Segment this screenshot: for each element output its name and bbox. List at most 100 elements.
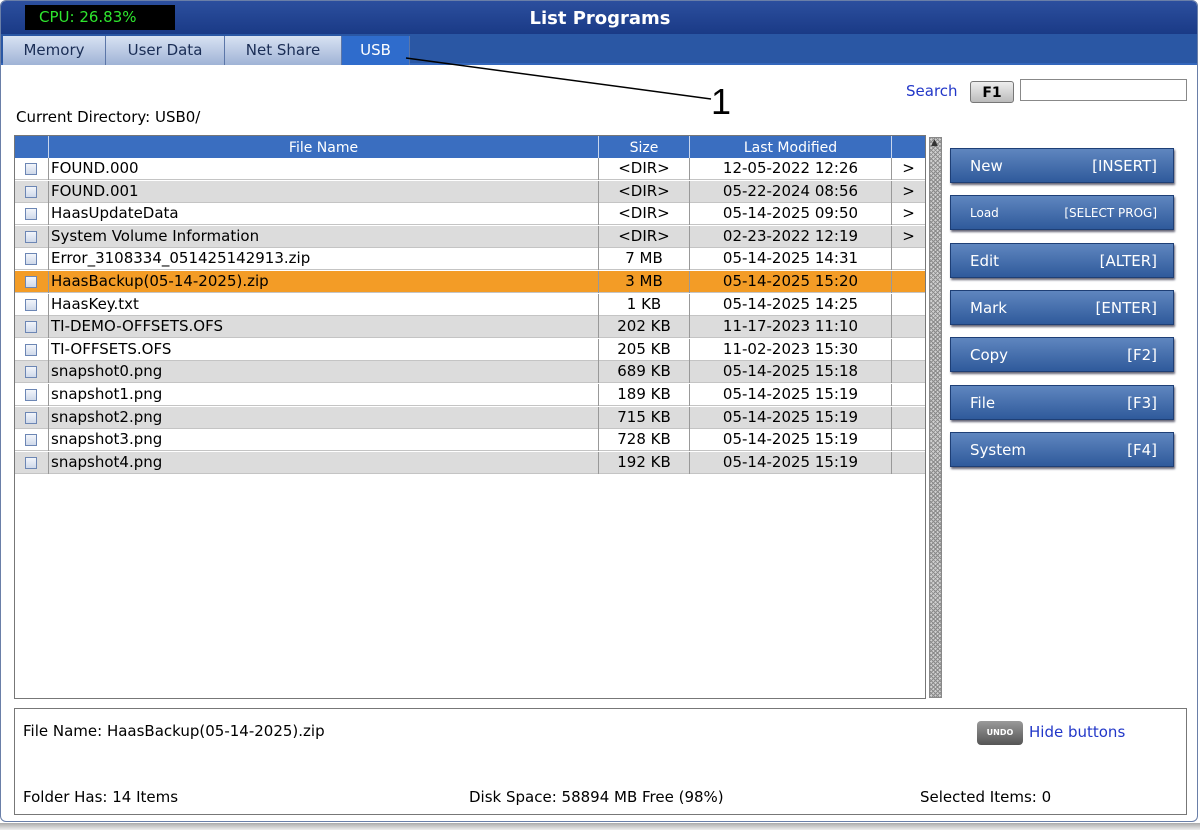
callout-number: 1 [711, 81, 732, 122]
file-name-cell: HaasBackup(05-14-2025).zip [49, 271, 599, 293]
row-checkbox[interactable] [25, 230, 37, 243]
row-checkbox[interactable] [25, 456, 37, 469]
button-label: Load [970, 206, 999, 221]
new-button[interactable]: New [INSERT] [950, 148, 1174, 183]
last-modified-cell: 05-14-2025 09:50 [690, 203, 892, 226]
last-modified-cell: 12-05-2022 12:26 [690, 158, 892, 180]
row-checkbox[interactable] [25, 411, 37, 424]
last-modified-cell: 05-14-2025 14:31 [690, 248, 892, 271]
table-row[interactable]: HaasBackup(05-14-2025).zip 3 MB 05-14-2025… [15, 271, 925, 293]
last-modified-cell: 05-14-2025 15:19 [690, 406, 892, 429]
table-row[interactable]: TI-DEMO-OFFSETS.OFS 202 KB 11-17-2023 11:1… [15, 316, 925, 339]
open-arrow-cell: > [902, 159, 915, 177]
row-checkbox-cell[interactable] [15, 361, 49, 384]
file-name-cell: TI-OFFSETS.OFS [49, 338, 599, 361]
edit-button[interactable]: Edit [ALTER] [950, 242, 1174, 278]
f1-key-icon[interactable]: F1 [970, 81, 1014, 103]
last-modified-cell: 05-22-2024 08:56 [690, 180, 892, 203]
system-button[interactable]: System [F4] [950, 431, 1174, 467]
table-row[interactable]: snapshot0.png 689 KB 05-14-2025 15:18 [15, 361, 925, 384]
open-arrow-cell: > [902, 181, 915, 200]
table-row[interactable]: Error_3108334_051425142913.zip 7 MB 05-14-… [15, 248, 925, 271]
list-programs-window: CPU: 26.83% List Programs Memory User Da… [0, 0, 1198, 822]
scroll-up-icon[interactable]: ▲ [931, 139, 938, 148]
table-header: File Name Size Last Modified [15, 136, 925, 158]
column-header-last-modified[interactable]: Last Modified [690, 136, 892, 158]
column-header-size[interactable]: Size [599, 136, 690, 158]
table-row[interactable]: snapshot3.png 728 KB 05-14-2025 15:19 [15, 429, 925, 452]
row-checkbox-cell[interactable] [15, 429, 49, 452]
row-checkbox[interactable] [25, 276, 37, 288]
row-checkbox[interactable] [25, 343, 37, 356]
row-checkbox[interactable] [25, 253, 37, 266]
size-cell: 715 KB [599, 406, 690, 429]
file-name-cell: snapshot4.png [49, 451, 599, 474]
table-row[interactable]: HaasUpdateData <DIR> 05-14-2025 09:50 > [15, 203, 925, 226]
button-shortcut-key: [ENTER] [1095, 298, 1157, 317]
row-checkbox[interactable] [25, 185, 37, 198]
selected-items-count: Selected Items: 0 [920, 788, 1052, 806]
row-checkbox-cell[interactable] [15, 316, 49, 339]
last-modified-cell: 05-14-2025 15:19 [690, 451, 892, 474]
file-name-cell: HaasUpdateData [49, 203, 599, 226]
row-checkbox[interactable] [25, 366, 37, 379]
open-arrow-cell [892, 339, 925, 361]
size-cell: 1 KB [599, 293, 690, 316]
row-checkbox-cell[interactable] [15, 293, 49, 316]
row-checkbox-cell[interactable] [15, 338, 49, 361]
row-checkbox-cell[interactable] [15, 451, 49, 474]
row-checkbox-cell[interactable] [15, 384, 49, 406]
file-name-cell: System Volume Information [49, 225, 599, 248]
row-checkbox-cell[interactable] [15, 203, 49, 226]
row-checkbox[interactable] [25, 434, 37, 447]
last-modified-cell: 02-23-2022 12:19 [690, 225, 892, 248]
button-shortcut-key: [F4] [1127, 440, 1157, 459]
last-modified-cell: 05-14-2025 15:19 [690, 429, 892, 452]
table-row[interactable]: TI-OFFSETS.OFS 205 KB 11-02-2023 15:30 [15, 338, 925, 361]
row-checkbox[interactable] [25, 298, 37, 311]
search-input[interactable] [1020, 79, 1187, 101]
undo-key-icon[interactable]: UNDO [977, 721, 1023, 745]
file-name-cell: snapshot3.png [49, 429, 599, 452]
table-row[interactable]: snapshot2.png 715 KB 05-14-2025 15:19 [15, 406, 925, 429]
mark-button[interactable]: Mark [ENTER] [950, 289, 1174, 325]
table-row[interactable]: FOUND.001 <DIR> 05-22-2024 08:56 > [15, 180, 925, 203]
button-shortcut-key: [F3] [1127, 393, 1157, 412]
row-checkbox-cell[interactable] [15, 225, 49, 248]
row-checkbox[interactable] [25, 163, 37, 175]
row-checkbox-cell[interactable] [15, 158, 49, 180]
table-row[interactable]: FOUND.000 <DIR> 12-05-2022 12:26 > [15, 158, 925, 180]
disk-space: Disk Space: 58894 MB Free (98%) [469, 788, 724, 806]
button-label: Edit [970, 251, 1000, 270]
size-cell: 202 KB [599, 316, 690, 339]
row-checkbox-cell[interactable] [15, 406, 49, 429]
size-cell: 7 MB [599, 248, 690, 271]
folder-item-count: Folder Has: 14 Items [23, 788, 179, 806]
table-scrollbar[interactable]: ▲ [929, 137, 942, 698]
button-label: Mark [970, 298, 1007, 317]
last-modified-cell: 05-14-2025 14:25 [690, 293, 892, 316]
row-checkbox[interactable] [25, 321, 37, 334]
search-label[interactable]: Search [906, 82, 958, 100]
table-row[interactable]: HaasKey.txt 1 KB 05-14-2025 14:25 [15, 293, 925, 316]
table-row[interactable]: snapshot4.png 192 KB 05-14-2025 15:19 [15, 451, 925, 474]
row-checkbox[interactable] [25, 208, 37, 221]
column-header-file-name[interactable]: File Name [49, 136, 599, 158]
arrow-column-header [892, 136, 925, 158]
copy-button[interactable]: Copy [F2] [950, 337, 1174, 373]
file-button[interactable]: File [F3] [950, 384, 1174, 420]
load-button[interactable]: Load [SELECT PROG] [950, 195, 1174, 231]
last-modified-cell: 05-14-2025 15:20 [690, 271, 892, 293]
row-checkbox[interactable] [25, 389, 37, 401]
size-cell: 3 MB [599, 271, 690, 293]
open-arrow-cell [892, 271, 925, 293]
row-checkbox-cell[interactable] [15, 271, 49, 293]
hide-buttons-link[interactable]: Hide buttons [1029, 723, 1125, 741]
row-checkbox-cell[interactable] [15, 248, 49, 271]
table-row[interactable]: System Volume Information <DIR> 02-23-2022… [15, 225, 925, 248]
table-row[interactable]: snapshot1.png 189 KB 05-14-2025 15:19 [15, 384, 925, 406]
open-arrow-cell: > [902, 204, 915, 223]
row-checkbox-cell[interactable] [15, 180, 49, 203]
size-cell: <DIR> [599, 225, 690, 248]
size-cell: 728 KB [599, 429, 690, 452]
